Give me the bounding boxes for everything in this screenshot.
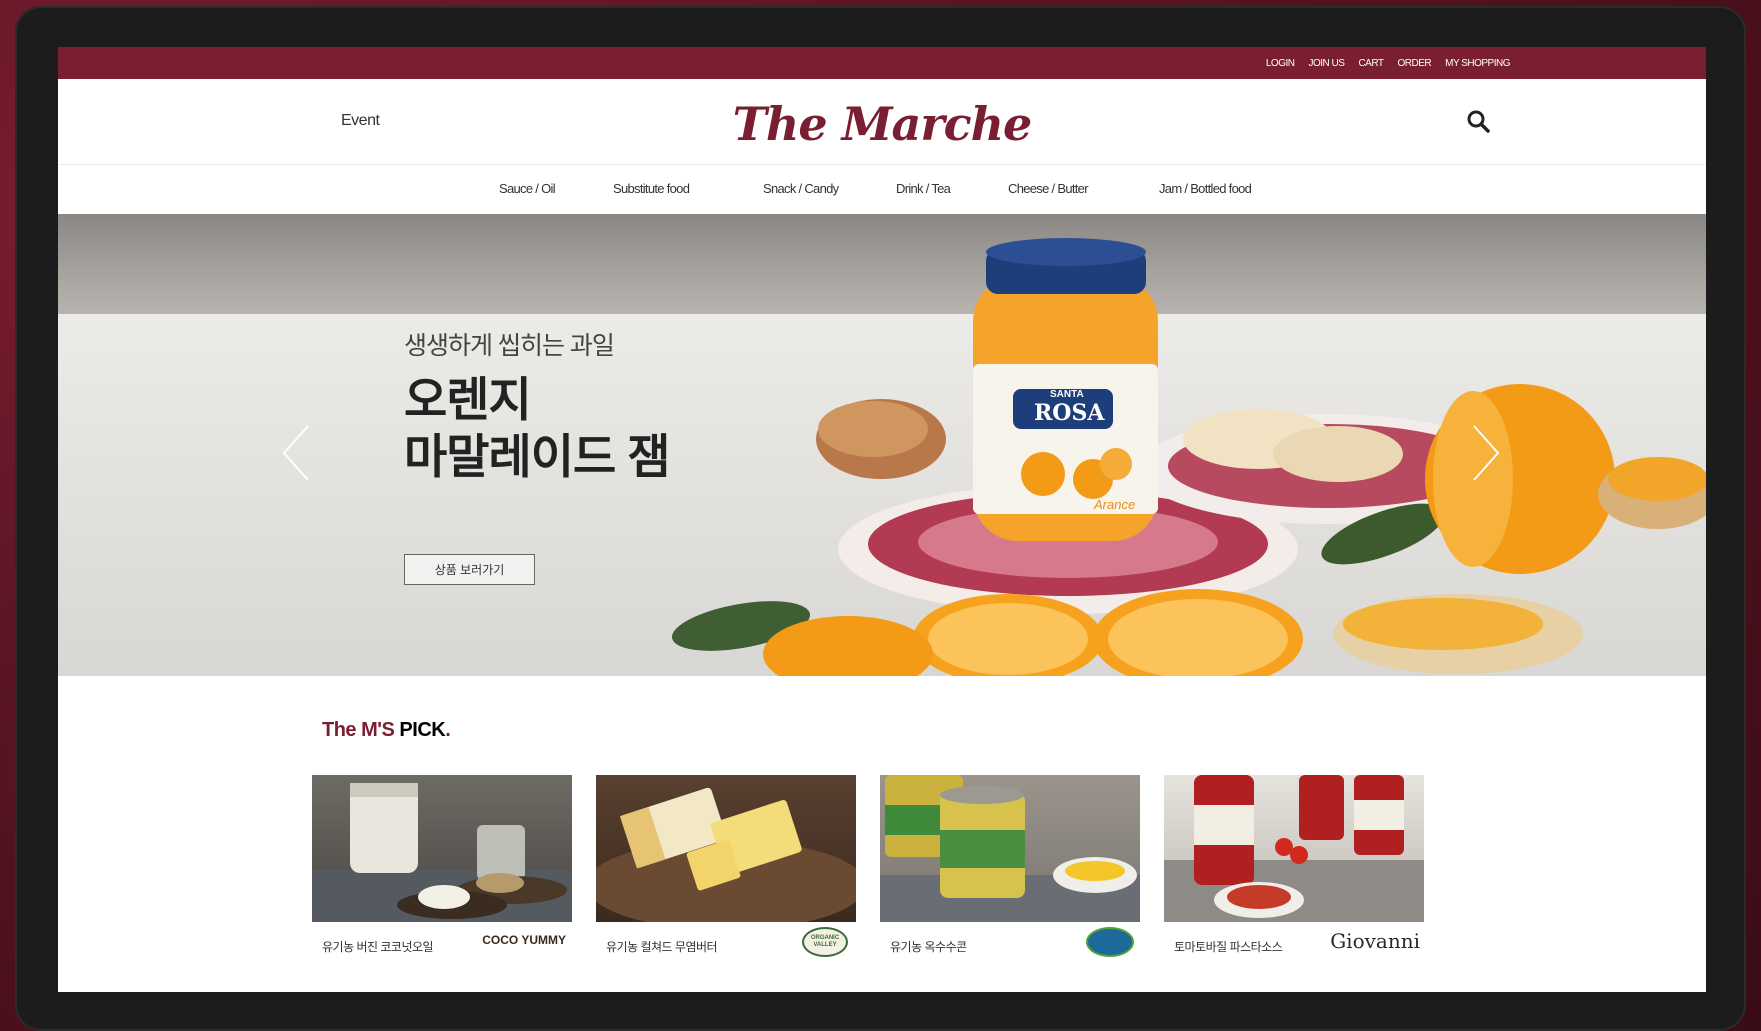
product-card[interactable]: 유기농 버진 코코넛오일 COCO YUMMY bbox=[312, 775, 572, 954]
jar-label-santa: SANTA bbox=[1050, 389, 1084, 400]
nav-cheese-butter[interactable]: Cheese / Butter bbox=[1008, 181, 1089, 196]
hero-subtitle: 생생하게 씹히는 과일 bbox=[404, 332, 615, 360]
order-link[interactable]: ORDER bbox=[1397, 58, 1431, 69]
site-logo[interactable]: The Marche bbox=[58, 97, 1706, 151]
login-link[interactable]: LOGIN bbox=[1266, 58, 1295, 69]
product-name[interactable]: 유기농 버진 코코넛오일 bbox=[322, 938, 434, 955]
nav-snack-candy[interactable]: Snack / Candy bbox=[763, 181, 839, 196]
brand-logo bbox=[1086, 927, 1134, 957]
jar-label-arance: Arance bbox=[1094, 497, 1136, 512]
product-card[interactable]: 유기농 옥수수콘 bbox=[880, 775, 1140, 957]
product-image[interactable] bbox=[1164, 775, 1424, 922]
section-title-picks: The M'S PICK. bbox=[322, 719, 451, 742]
search-icon[interactable] bbox=[1466, 109, 1492, 135]
product-name[interactable]: 토마토바질 파스타소스 bbox=[1174, 938, 1283, 955]
pick-title-a: The M'S bbox=[322, 719, 395, 741]
website-screen: LOGIN JOIN US CART ORDER MY SHOPPING Eve… bbox=[58, 47, 1706, 992]
chevron-right-icon[interactable] bbox=[1470, 424, 1502, 487]
nav-jam-bottled[interactable]: Jam / Bottled food bbox=[1159, 181, 1252, 196]
my-shopping-link[interactable]: MY SHOPPING bbox=[1445, 58, 1510, 69]
product-card[interactable]: 토마토바질 파스타소스 Giovanni bbox=[1164, 775, 1424, 954]
nav-drink-tea[interactable]: Drink / Tea bbox=[896, 181, 951, 196]
product-image[interactable] bbox=[880, 775, 1140, 922]
brand-logo: COCO YUMMY bbox=[482, 933, 566, 947]
product-image[interactable] bbox=[596, 775, 856, 922]
product-name[interactable]: 유기농 옥수수콘 bbox=[890, 938, 967, 955]
product-image[interactable] bbox=[312, 775, 572, 922]
nav-substitute-food[interactable]: Substitute food bbox=[613, 181, 690, 196]
pick-title-b: PICK bbox=[394, 719, 446, 741]
brand-logo: Giovanni bbox=[1330, 929, 1420, 953]
hero-banner: SANTA ROSA Arance 생생하게 씹히는 과일 오렌지 마말레이드 … bbox=[58, 214, 1706, 676]
category-nav: Sauce / Oil Substitute food Snack / Cand… bbox=[58, 165, 1706, 213]
cart-link[interactable]: CART bbox=[1358, 58, 1384, 69]
chevron-left-icon[interactable] bbox=[280, 424, 312, 487]
brand-name: ORGANIC VALLEY bbox=[810, 935, 840, 948]
top-utility-bar: LOGIN JOIN US CART ORDER MY SHOPPING bbox=[58, 47, 1706, 79]
pick-title-dot: . bbox=[445, 719, 451, 741]
jar-label-rosa: ROSA bbox=[1034, 400, 1105, 426]
product-name[interactable]: 유기농 컬쳐드 무염버터 bbox=[606, 938, 718, 955]
nav-sauce-oil[interactable]: Sauce / Oil bbox=[499, 181, 556, 196]
product-card[interactable]: 유기농 컬쳐드 무염버터 ORGANIC VALLEY bbox=[596, 775, 856, 957]
brand-logo: ORGANIC VALLEY bbox=[802, 927, 848, 957]
join-link[interactable]: JOIN US bbox=[1308, 58, 1344, 69]
view-product-button[interactable]: 상품 보러가기 bbox=[404, 554, 535, 585]
site-header: Event The Marche bbox=[58, 79, 1706, 165]
hero-title: 오렌지 마말레이드 잼 bbox=[404, 373, 670, 483]
